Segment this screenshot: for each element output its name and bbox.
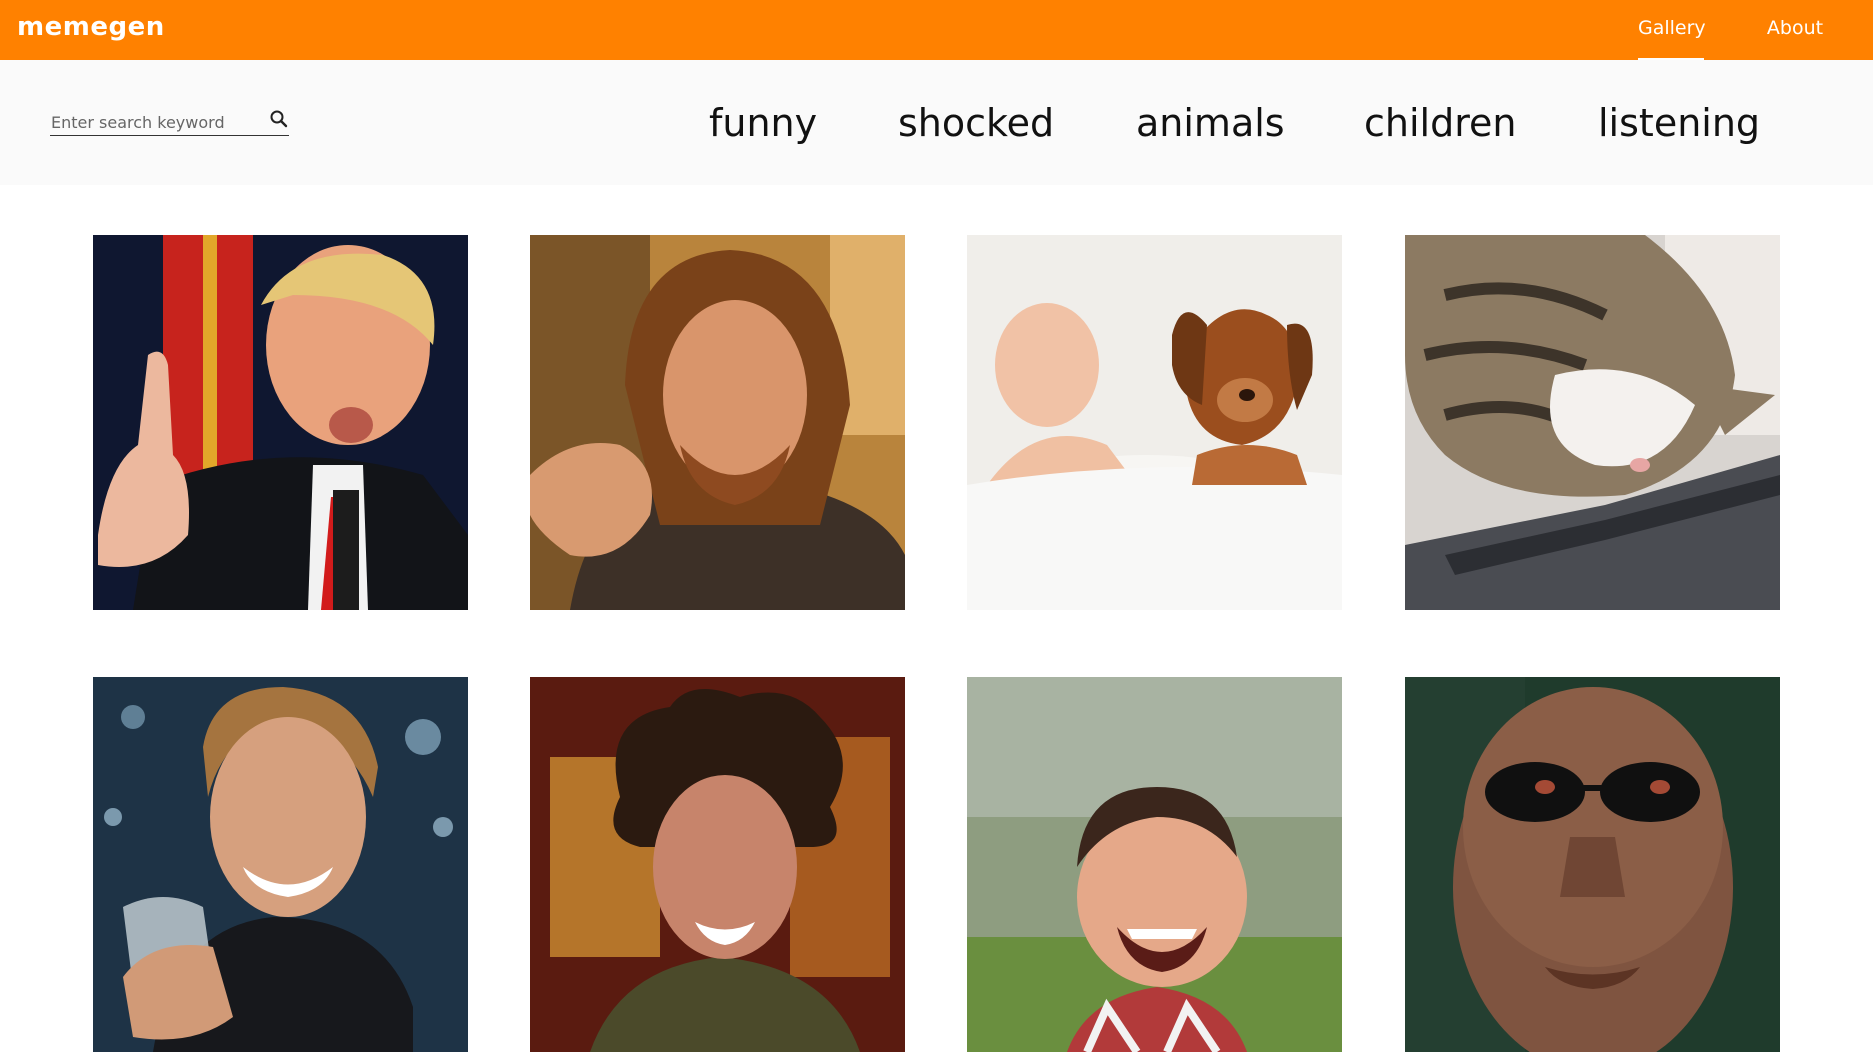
meme-image-7[interactable] [967,677,1342,1052]
tag-shocked[interactable]: shocked [898,98,1054,148]
meme-image-5[interactable] [93,677,468,1052]
nav-about-link[interactable]: About [1765,0,1825,60]
meme-image-4[interactable] [1405,235,1780,610]
tag-listening[interactable]: listening [1598,98,1760,148]
search-icon[interactable] [269,109,289,129]
nav-gallery-link[interactable]: Gallery [1638,0,1706,60]
meme-image-8[interactable] [1405,677,1780,1052]
filter-bar: funny shocked animals children listening [0,60,1873,185]
meme-image-1[interactable] [93,235,468,610]
top-bar: memegen Gallery About [0,0,1873,60]
meme-image-6[interactable] [530,677,905,1052]
tag-funny[interactable]: funny [709,98,817,148]
app-logo[interactable]: memegen [17,11,165,43]
search-input[interactable] [51,110,251,134]
search-box [50,106,289,136]
tag-animals[interactable]: animals [1136,98,1285,148]
meme-gallery [0,185,1873,1052]
meme-image-3[interactable] [967,235,1342,610]
meme-image-2[interactable] [530,235,905,610]
tag-children[interactable]: children [1364,98,1516,148]
